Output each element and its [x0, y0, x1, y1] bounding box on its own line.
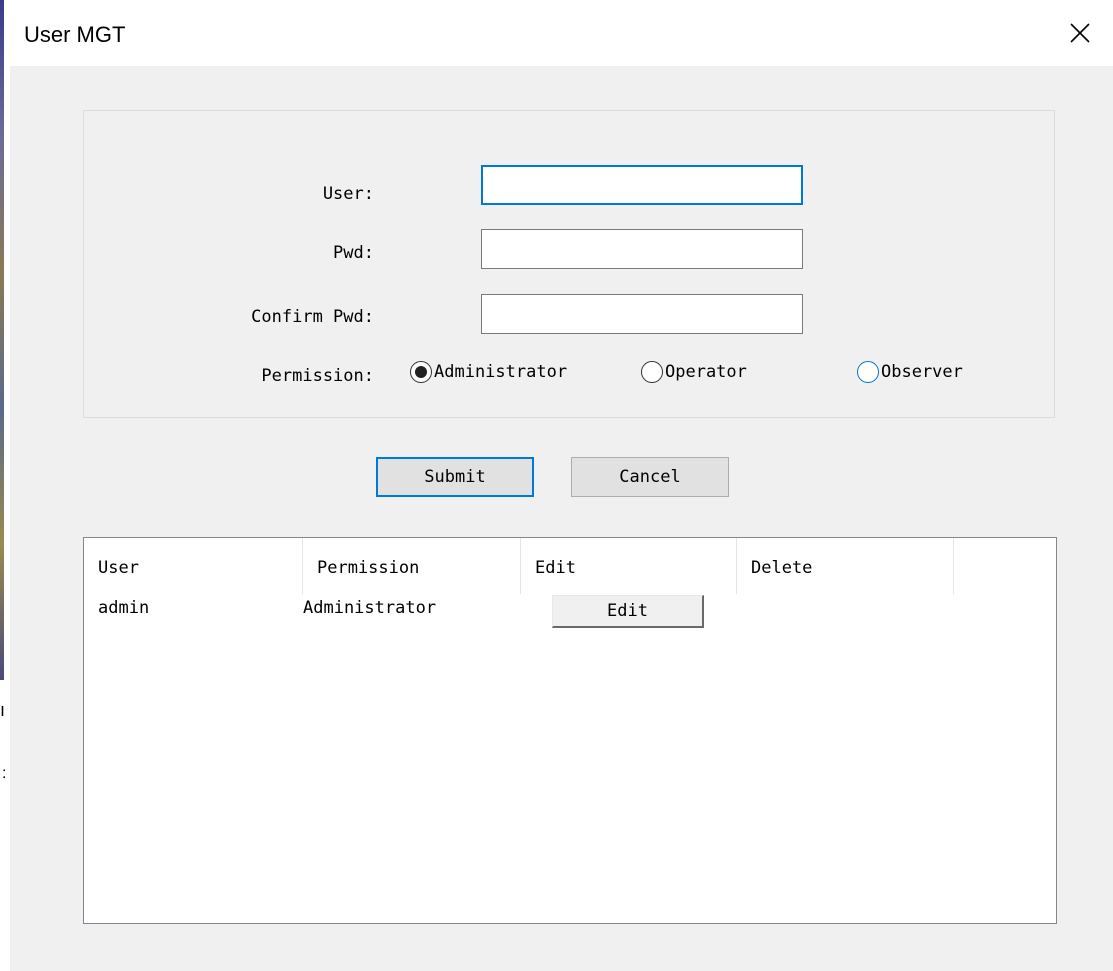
- close-button[interactable]: [1047, 0, 1113, 66]
- pwd-input[interactable]: [481, 229, 803, 269]
- radio-observer[interactable]: Observer: [857, 361, 963, 383]
- cancel-button[interactable]: Cancel: [571, 457, 729, 497]
- submit-button[interactable]: Submit: [376, 457, 534, 497]
- row-user: admin: [98, 598, 150, 618]
- row-edit-button[interactable]: Edit: [552, 595, 704, 628]
- user-label: User:: [322, 184, 374, 204]
- pwd-label: Pwd:: [333, 243, 374, 263]
- row-permission: Administrator: [303, 598, 437, 618]
- user-list: User Permission Edit Delete admin Admini…: [83, 537, 1057, 924]
- title-bar: User MGT: [10, 0, 1113, 66]
- radio-administrator[interactable]: Administrator: [410, 361, 567, 383]
- confirm-pwd-label: Confirm Pwd:: [251, 307, 374, 327]
- radio-observer-label: Observer: [881, 362, 963, 382]
- user-input[interactable]: [481, 165, 803, 205]
- background-glyph: ı: [0, 700, 6, 720]
- radio-unselected-icon: [857, 361, 879, 383]
- permission-label: Permission:: [261, 366, 374, 386]
- radio-unselected-icon: [641, 361, 663, 383]
- radio-selected-icon: [410, 361, 432, 383]
- radio-operator[interactable]: Operator: [641, 361, 747, 383]
- confirm-pwd-input[interactable]: [481, 294, 803, 334]
- user-form-group: User: Pwd: Confirm Pwd: Permission: Admi…: [83, 110, 1055, 418]
- background-window-edge: ı :: [0, 0, 10, 971]
- background-glyph: :: [2, 765, 7, 782]
- close-icon: [1070, 23, 1090, 43]
- column-header-edit[interactable]: Edit: [521, 538, 737, 594]
- column-header-user[interactable]: User: [84, 538, 303, 594]
- background-window-strip: [0, 0, 4, 680]
- radio-operator-label: Operator: [665, 362, 747, 382]
- window-title: User MGT: [24, 22, 126, 47]
- radio-administrator-label: Administrator: [434, 362, 568, 382]
- column-header-permission[interactable]: Permission: [303, 538, 521, 594]
- column-header-delete[interactable]: Delete: [737, 538, 954, 594]
- user-mgt-dialog: User MGT User: Pwd: Confirm Pwd: Permiss…: [10, 0, 1113, 971]
